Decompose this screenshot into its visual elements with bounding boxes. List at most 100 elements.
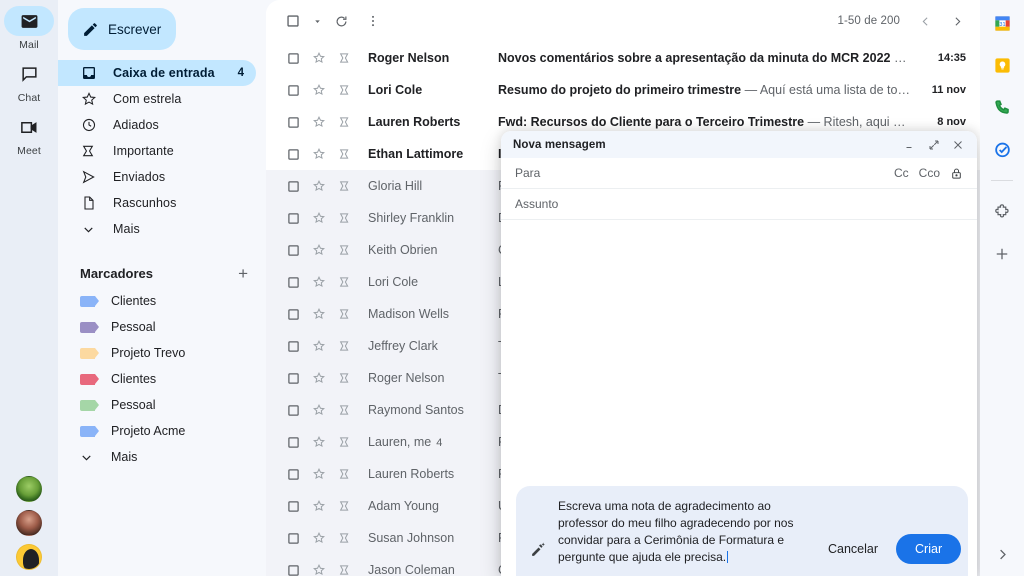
label-item[interactable]: Clientes <box>58 366 266 392</box>
label-item[interactable]: Pessoal <box>58 314 266 340</box>
cc-button[interactable]: Cc <box>894 166 909 180</box>
row-checkbox[interactable] <box>280 148 306 161</box>
compose-subject-field[interactable]: Assunto <box>501 189 977 220</box>
important-icon[interactable] <box>332 179 358 193</box>
important-icon[interactable] <box>332 147 358 161</box>
row-checkbox[interactable] <box>280 468 306 481</box>
star-icon[interactable] <box>306 339 332 353</box>
star-icon[interactable] <box>306 179 332 193</box>
important-icon[interactable] <box>332 531 358 545</box>
table-row[interactable]: Roger Nelson Novos comentários sobre a ap… <box>266 42 980 74</box>
row-checkbox[interactable] <box>280 244 306 257</box>
star-icon[interactable] <box>306 563 332 576</box>
star-icon[interactable] <box>306 243 332 257</box>
important-icon[interactable] <box>332 115 358 129</box>
compose-button[interactable]: Escrever <box>68 8 176 50</box>
important-icon[interactable] <box>332 51 358 65</box>
close-icon[interactable] <box>947 134 969 156</box>
avatar[interactable] <box>16 544 42 570</box>
row-checkbox[interactable] <box>280 564 306 576</box>
avatar[interactable] <box>16 476 42 502</box>
labels-more-item[interactable]: Mais <box>58 444 266 470</box>
row-checkbox[interactable] <box>280 212 306 225</box>
rail-item-chat[interactable]: Chat <box>3 59 55 104</box>
expand-icon[interactable] <box>923 134 945 156</box>
important-icon[interactable] <box>332 275 358 289</box>
sidebar-item-inbox[interactable]: Caixa de entrada 4 <box>58 60 256 86</box>
row-checkbox[interactable] <box>280 276 306 289</box>
important-icon[interactable] <box>332 435 358 449</box>
star-icon[interactable] <box>306 147 332 161</box>
bcc-button[interactable]: Cco <box>919 166 940 180</box>
rail-item-meet[interactable]: Meet <box>3 112 55 157</box>
contacts-phone-icon[interactable] <box>989 94 1015 120</box>
row-checkbox[interactable] <box>280 404 306 417</box>
row-checkbox[interactable] <box>280 340 306 353</box>
plus-icon[interactable] <box>989 241 1015 267</box>
sidebar-item-drafts[interactable]: Rascunhos <box>58 190 256 216</box>
star-icon[interactable] <box>306 403 332 417</box>
row-checkbox[interactable] <box>280 52 306 65</box>
sidebar-item-important[interactable]: Importante <box>58 138 256 164</box>
important-icon[interactable] <box>332 243 358 257</box>
label-item[interactable]: Projeto Trevo <box>58 340 266 366</box>
important-icon[interactable] <box>332 307 358 321</box>
row-checkbox[interactable] <box>280 84 306 97</box>
chevron-right-icon[interactable] <box>942 6 972 36</box>
star-icon[interactable] <box>306 531 332 545</box>
compose-to-field[interactable]: Para Cc Cco <box>501 158 977 189</box>
star-icon[interactable] <box>306 275 332 289</box>
important-icon[interactable] <box>332 467 358 481</box>
important-icon[interactable] <box>332 83 358 97</box>
star-icon[interactable] <box>306 211 332 225</box>
table-row[interactable]: Lori Cole Resumo do projeto do primeiro t… <box>266 74 980 106</box>
row-checkbox[interactable] <box>280 116 306 129</box>
sidebar-item-starred[interactable]: Com estrela <box>58 86 256 112</box>
star-icon[interactable] <box>306 499 332 513</box>
label-item[interactable]: Clientes <box>58 288 266 314</box>
important-icon[interactable] <box>332 371 358 385</box>
row-checkbox[interactable] <box>280 308 306 321</box>
rail-item-mail[interactable]: Mail <box>3 6 55 51</box>
star-icon[interactable] <box>306 371 332 385</box>
row-checkbox[interactable] <box>280 180 306 193</box>
star-icon[interactable] <box>306 115 332 129</box>
star-icon[interactable] <box>306 83 332 97</box>
compose-window-header[interactable]: Nova mensagem <box>501 131 977 158</box>
minimize-icon[interactable] <box>899 134 921 156</box>
important-icon[interactable] <box>332 339 358 353</box>
important-icon[interactable] <box>332 499 358 513</box>
keep-icon[interactable] <box>989 52 1015 78</box>
puzzle-icon[interactable] <box>989 199 1015 225</box>
chevron-left-icon[interactable] <box>910 6 940 36</box>
plus-icon[interactable]: + <box>238 265 248 282</box>
row-checkbox[interactable] <box>280 436 306 449</box>
select-all-checkbox[interactable] <box>278 6 308 36</box>
cancel-button[interactable]: Cancelar <box>820 536 886 562</box>
label-item[interactable]: Pessoal <box>58 392 266 418</box>
expand-panel-button[interactable] <box>980 547 1024 562</box>
calendar-icon[interactable]: 31 <box>989 10 1015 36</box>
tasks-icon[interactable] <box>989 136 1015 162</box>
compose-body[interactable]: Escreva uma nota de agradecimento ao pro… <box>501 220 977 576</box>
star-icon[interactable] <box>306 467 332 481</box>
important-icon[interactable] <box>332 403 358 417</box>
row-checkbox[interactable] <box>280 500 306 513</box>
row-checkbox[interactable] <box>280 532 306 545</box>
sidebar-item-sent[interactable]: Enviados <box>58 164 256 190</box>
lock-icon[interactable] <box>950 167 963 180</box>
more-vertical-icon[interactable] <box>358 6 388 36</box>
avatar[interactable] <box>16 510 42 536</box>
ai-prompt-text-wrap[interactable]: Escreva uma nota de agradecimento ao pro… <box>558 498 810 566</box>
star-icon[interactable] <box>306 435 332 449</box>
important-icon[interactable] <box>332 211 358 225</box>
label-item[interactable]: Projeto Acme <box>58 418 266 444</box>
chevron-down-icon[interactable] <box>310 6 324 36</box>
create-button[interactable]: Criar <box>896 534 962 564</box>
star-icon[interactable] <box>306 307 332 321</box>
row-checkbox[interactable] <box>280 372 306 385</box>
star-icon[interactable] <box>306 51 332 65</box>
sidebar-item-more[interactable]: Mais <box>58 216 256 242</box>
refresh-icon[interactable] <box>326 6 356 36</box>
sidebar-item-snoozed[interactable]: Adiados <box>58 112 256 138</box>
